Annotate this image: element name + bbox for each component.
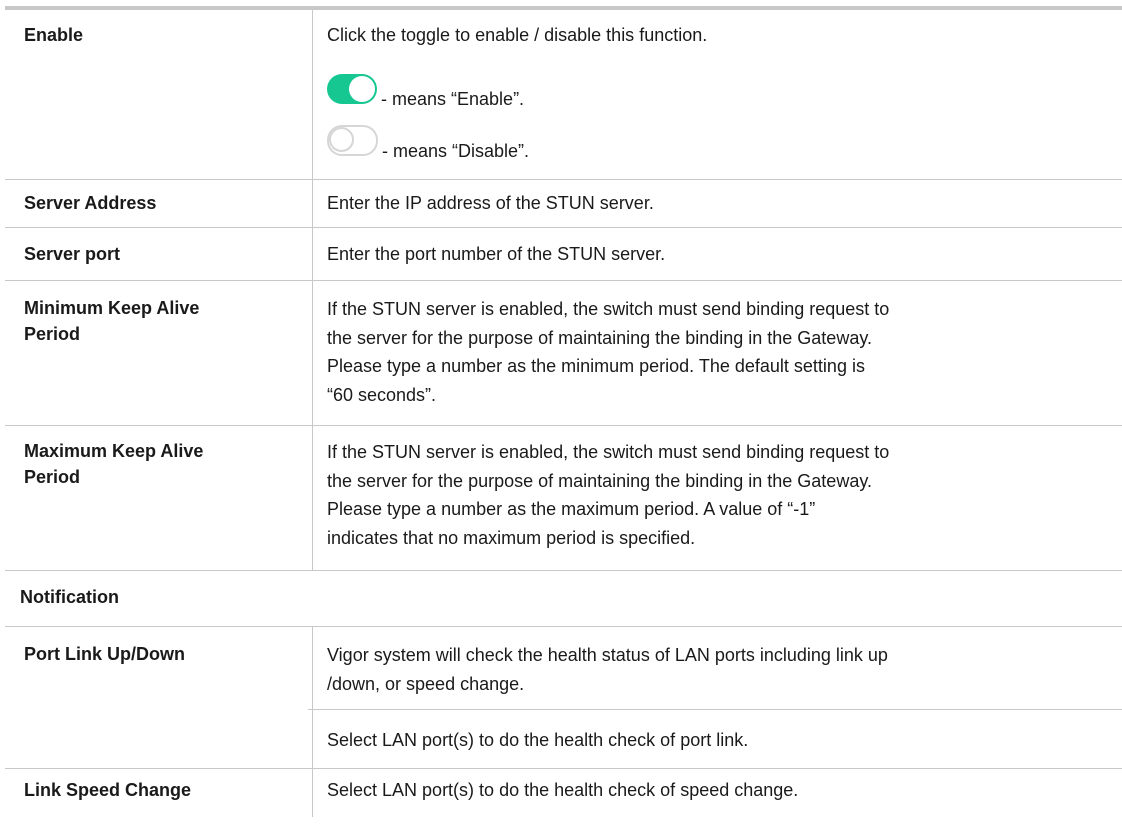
description-line: Please type a number as the minimum peri… (327, 356, 865, 376)
column-divider (312, 281, 313, 425)
description-line: If the STUN server is enabled, the switc… (327, 299, 890, 319)
row-description: If the STUN server is enabled, the switc… (327, 438, 1117, 552)
row-description: Click the toggle to enable / disable thi… (327, 25, 708, 45)
description-line: the server for the purpose of maintainin… (327, 327, 872, 348)
toggle-off-caption: - means “Disable”. (382, 141, 530, 161)
row-description-secondary: Select LAN port(s) to do the health chec… (327, 730, 749, 750)
row-term: Server port (24, 244, 121, 264)
row-term: Minimum Keep Alive Period (24, 295, 294, 347)
row-description: Enter the port number of the STUN server… (327, 244, 666, 264)
column-divider (312, 769, 313, 817)
description-line: If the STUN server is enabled, the switc… (327, 442, 890, 462)
toggle-on-example: - means “Enable”. (327, 72, 524, 109)
toggle-on-caption: - means “Enable”. (381, 89, 525, 109)
toggle-on-icon (327, 74, 377, 104)
toggle-off-icon (327, 125, 378, 156)
row-term: Link Speed Change (24, 780, 192, 800)
description-line: indicates that no maximum period is spec… (327, 527, 696, 548)
column-divider (312, 426, 313, 570)
section-row-notification: Notification (5, 571, 1122, 627)
row-description: Select LAN port(s) to do the health chec… (327, 780, 799, 800)
row-term: Enable (24, 25, 84, 45)
inner-divider (308, 709, 1122, 710)
description-line: Vigor system will check the health statu… (327, 645, 888, 665)
section-heading: Notification (20, 587, 119, 607)
description-line: Please type a number as the maximum peri… (327, 499, 816, 519)
row-term-line: Maximum Keep Alive (24, 441, 204, 461)
column-divider (312, 180, 313, 227)
column-divider (312, 228, 313, 280)
table-row-server-address: Server Address Enter the IP address of t… (5, 180, 1122, 228)
table-row-max-keep-alive: Maximum Keep Alive Period If the STUN se… (5, 426, 1122, 571)
row-term-line: Period (24, 324, 81, 344)
table-row-server-port: Server port Enter the port number of the… (5, 228, 1122, 281)
row-description: If the STUN server is enabled, the switc… (327, 295, 1117, 409)
description-line: /down, or speed change. (327, 673, 525, 694)
description-line: the server for the purpose of maintainin… (327, 470, 872, 491)
table-row-enable: Enable Click the toggle to enable / disa… (5, 10, 1122, 180)
row-term: Maximum Keep Alive Period (24, 438, 294, 490)
description-line: “60 seconds”. (327, 384, 437, 405)
row-term-line: Minimum Keep Alive (24, 298, 200, 318)
table-row-port-link: Port Link Up/Down Vigor system will chec… (5, 627, 1122, 769)
row-term: Server Address (24, 193, 157, 213)
toggle-off-example: - means “Disable”. (327, 124, 529, 161)
row-description: Vigor system will check the health statu… (327, 641, 1117, 698)
row-term: Port Link Up/Down (24, 644, 185, 664)
table-row-link-speed: Link Speed Change Select LAN port(s) to … (5, 769, 1122, 837)
column-divider (312, 627, 313, 768)
row-description: Enter the IP address of the STUN server. (327, 193, 654, 213)
table-row-min-keep-alive: Minimum Keep Alive Period If the STUN se… (5, 281, 1122, 426)
column-divider (312, 10, 313, 179)
row-term-line: Period (24, 467, 81, 487)
